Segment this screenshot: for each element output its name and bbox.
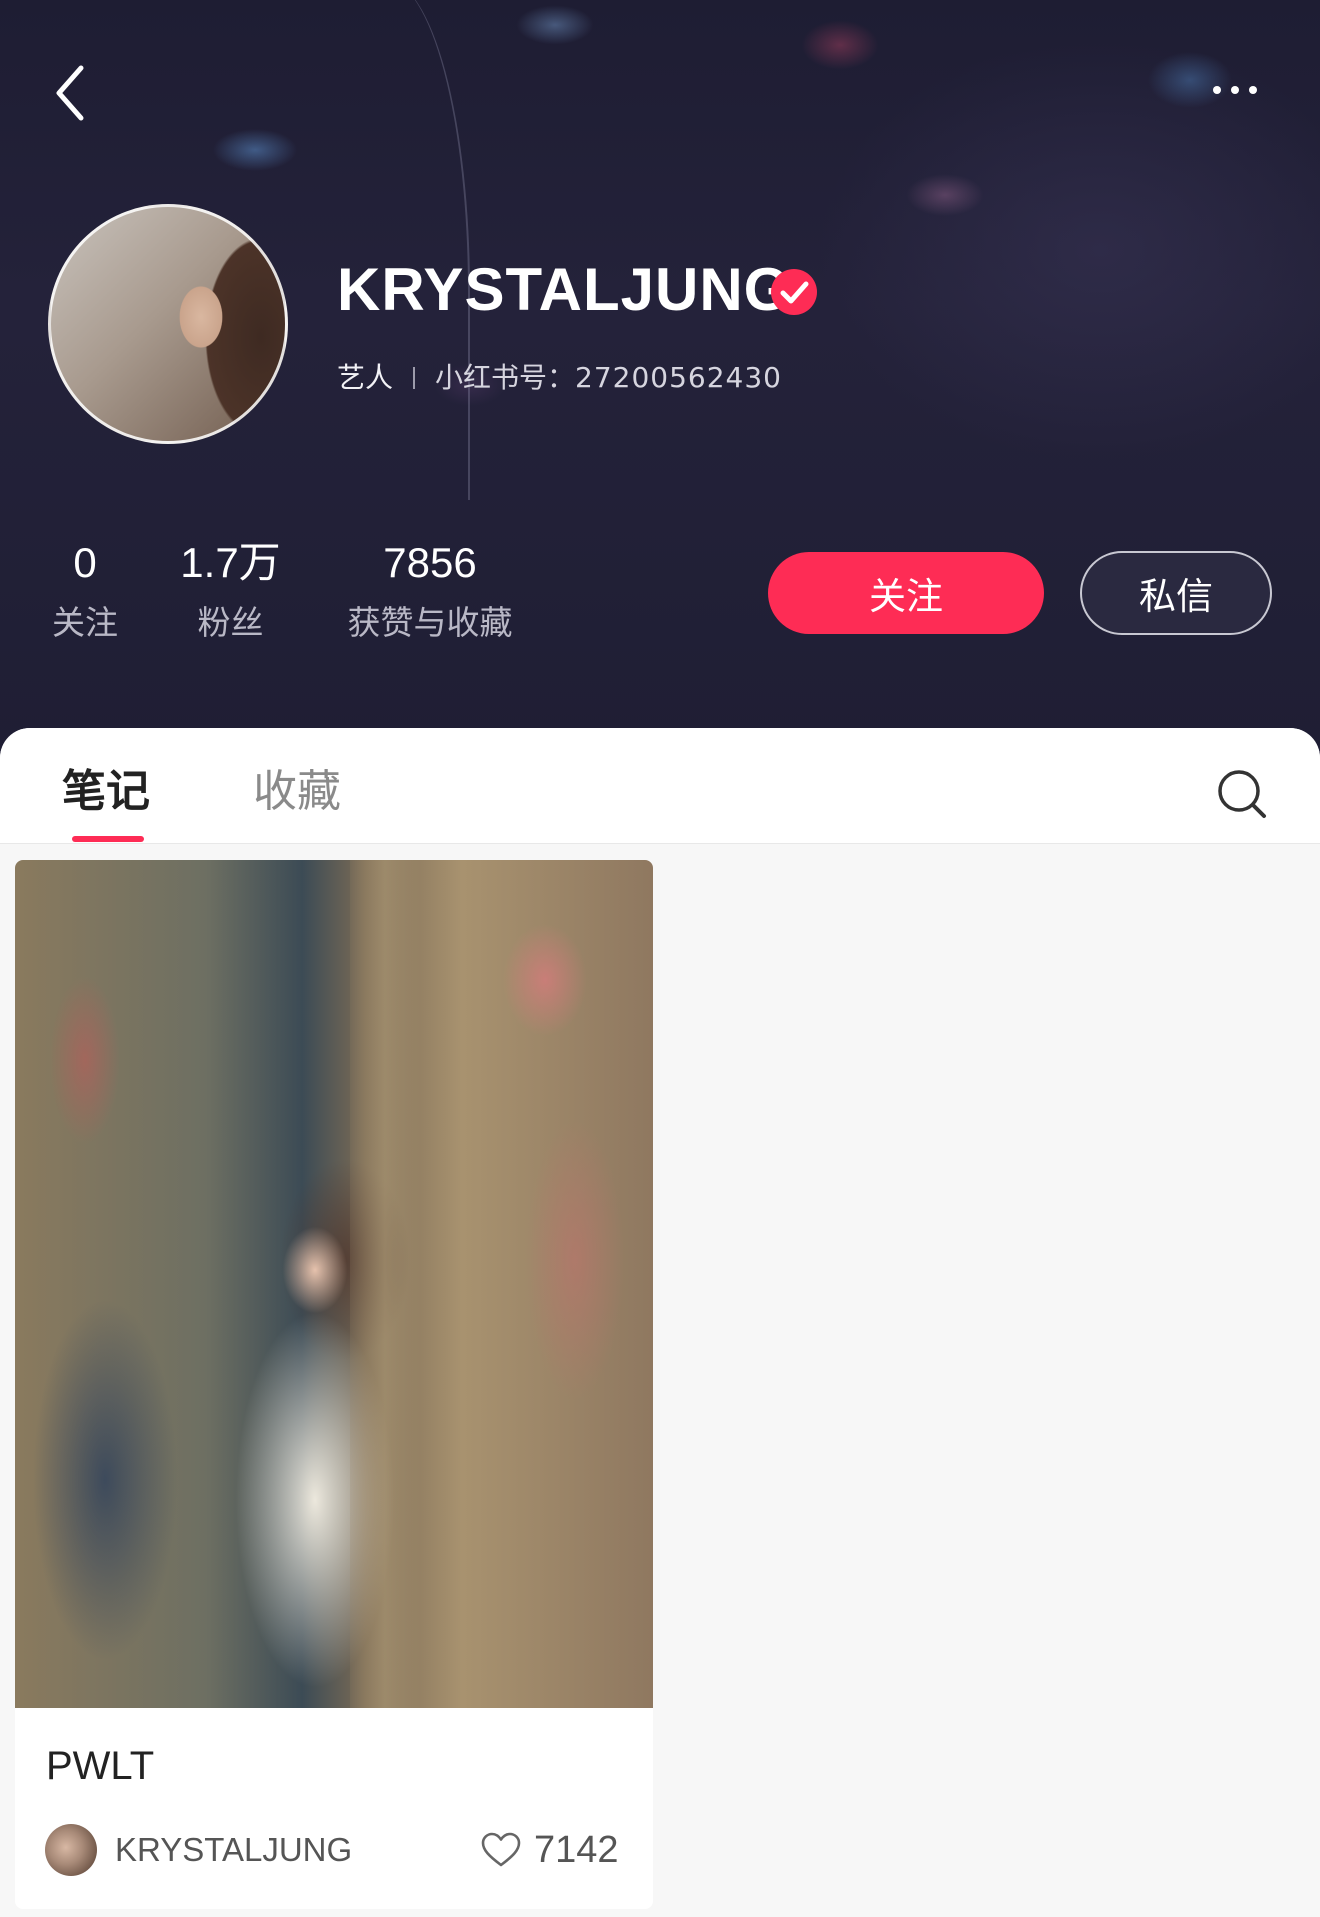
note-title: PWLT bbox=[46, 1744, 155, 1788]
profile-id-value[interactable]: 27200562430 bbox=[575, 358, 782, 398]
note-card[interactable]: PWLT KRYSTALJUNG 7142 bbox=[15, 860, 653, 1909]
stat-value: 7856 bbox=[383, 539, 477, 586]
stat-label: 粉丝 bbox=[197, 603, 264, 642]
note-author-avatar[interactable] bbox=[45, 1824, 97, 1876]
message-button[interactable]: 私信 bbox=[1080, 551, 1272, 635]
stat-label: 获赞与收藏 bbox=[347, 603, 513, 642]
stat-value: 1.7万 bbox=[180, 539, 281, 586]
more-dot bbox=[1249, 86, 1257, 94]
note-author-name[interactable]: KRYSTALJUNG bbox=[115, 1828, 352, 1872]
meta-divider bbox=[413, 367, 416, 389]
more-dot bbox=[1231, 86, 1239, 94]
stat-value: 0 bbox=[73, 539, 97, 586]
tab-bar: 笔记 收藏 bbox=[0, 728, 1320, 844]
note-cover-image[interactable] bbox=[15, 860, 653, 1708]
follow-button[interactable]: 关注 bbox=[768, 552, 1044, 634]
stat-following[interactable]: 0 关注 bbox=[40, 535, 130, 649]
tab-collections[interactable]: 收藏 bbox=[253, 764, 341, 820]
stat-likes-and-collects[interactable]: 7856 获赞与收藏 bbox=[337, 535, 523, 649]
search-icon[interactable] bbox=[1214, 766, 1270, 822]
profile-name: KRYSTALJUNG bbox=[337, 256, 792, 323]
more-options-button[interactable] bbox=[1200, 70, 1270, 110]
verified-icon bbox=[771, 269, 817, 315]
content-sheet: 笔记 收藏 PWLT KRYSTALJUNG 7142 bbox=[0, 728, 1320, 1917]
tab-notes[interactable]: 笔记 bbox=[62, 764, 150, 820]
note-like-count: 7142 bbox=[534, 1829, 619, 1871]
profile-role: 艺人 bbox=[337, 361, 394, 394]
back-button[interactable] bbox=[40, 58, 100, 128]
cover-foreground-blur bbox=[350, 860, 420, 1708]
profile-avatar[interactable] bbox=[48, 204, 288, 444]
more-horizontal-icon bbox=[1213, 86, 1221, 94]
profile-id-label: 小红书号： bbox=[435, 361, 576, 394]
stat-label: 关注 bbox=[52, 603, 118, 642]
profile-header: KRYSTALJUNG 艺人 小红书号： 27200562430 0 关注 1.… bbox=[0, 0, 1320, 760]
active-tab-indicator bbox=[72, 836, 144, 842]
background-decoration bbox=[330, 0, 470, 500]
chevron-left-icon bbox=[56, 65, 84, 121]
heart-icon[interactable] bbox=[481, 1832, 521, 1868]
stat-fans[interactable]: 1.7万 粉丝 bbox=[178, 535, 283, 649]
profile-meta: 艺人 小红书号： 27200562430 bbox=[337, 358, 782, 398]
